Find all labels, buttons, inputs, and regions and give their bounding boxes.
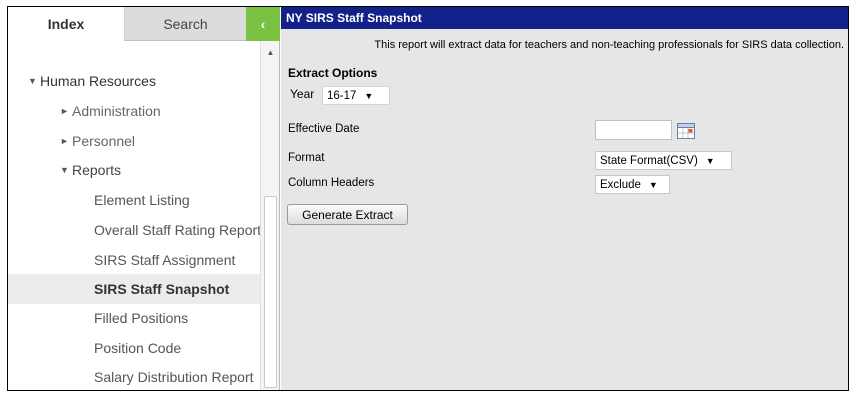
report-title: NY SIRS Staff Snapshot <box>281 7 848 29</box>
tree-item-filled-positions[interactable]: Filled Positions <box>8 303 260 333</box>
effective-date-input[interactable] <box>595 120 672 140</box>
tree-item-label: Position Code <box>94 340 182 356</box>
year-label: Year <box>290 87 315 101</box>
tree-item-label: Administration <box>72 103 161 119</box>
tab-index[interactable]: Index <box>8 7 125 41</box>
left-nav-pane: Index Search ‹ ▼ Human Resources ► Admin… <box>8 7 280 390</box>
chevron-left-icon: ‹ <box>260 16 266 32</box>
calendar-icon[interactable] <box>677 123 695 139</box>
extract-options-heading: Extract Options <box>288 66 378 80</box>
caret-down-icon: ▼ <box>705 155 715 166</box>
tree-item-label: Reports <box>72 162 122 178</box>
format-value: State Format(CSV) <box>600 154 698 167</box>
scroll-up-arrow-icon[interactable]: ▲ <box>261 47 280 59</box>
year-select[interactable]: 16-17 ▼ <box>322 86 390 105</box>
tree-item-label: Personnel <box>72 133 136 149</box>
generate-extract-button[interactable]: Generate Extract <box>287 204 408 225</box>
column-headers-label: Column Headers <box>288 177 375 189</box>
column-headers-value: Exclude <box>600 178 641 191</box>
nav-scrollbar[interactable]: ▲ <box>260 41 279 390</box>
collapse-nav-button[interactable]: ‹ <box>246 7 280 41</box>
triangle-down-icon: ▼ <box>60 165 69 175</box>
format-select[interactable]: State Format(CSV) ▼ <box>595 151 732 170</box>
tree-item-label: Overall Staff Rating Report <box>94 222 260 238</box>
year-value: 16-17 <box>327 89 357 102</box>
tree-item-label: Human Resources <box>40 73 156 89</box>
caret-down-icon: ▼ <box>648 179 658 190</box>
tree-item-label: SIRS Staff Assignment <box>94 252 236 268</box>
tree-item-label: Element Listing <box>94 192 190 208</box>
triangle-right-icon: ► <box>60 136 69 146</box>
scrollbar-thumb[interactable] <box>264 196 277 388</box>
tree-item-human-resources[interactable]: ▼ Human Resources <box>8 66 260 96</box>
tree-item-label: SIRS Staff Snapshot <box>94 281 230 297</box>
tab-search[interactable]: Search <box>125 7 246 41</box>
tree-item-element-listing[interactable]: Element Listing <box>8 185 260 215</box>
tree-item-reports[interactable]: ▼ Reports <box>8 155 260 185</box>
report-panel: NY SIRS Staff Snapshot This report will … <box>281 7 848 390</box>
column-headers-select[interactable]: Exclude ▼ <box>595 175 670 194</box>
tree-item-salary-distribution-report[interactable]: Salary Distribution Report <box>8 362 260 390</box>
tree-item-position-code[interactable]: Position Code <box>8 333 260 363</box>
tree-item-label: Salary Distribution Report <box>94 369 254 385</box>
tree-item-personnel[interactable]: ► Personnel <box>8 126 260 156</box>
tree-item-administration[interactable]: ► Administration <box>8 96 260 126</box>
tree-item-sirs-staff-assignment[interactable]: SIRS Staff Assignment <box>8 245 260 275</box>
effective-date-label: Effective Date <box>288 123 360 135</box>
triangle-down-icon: ▼ <box>28 76 37 86</box>
format-label: Format <box>288 152 325 164</box>
triangle-right-icon: ► <box>60 106 69 116</box>
app-frame: Index Search ‹ ▼ Human Resources ► Admin… <box>7 6 849 391</box>
tree-item-label: Filled Positions <box>94 310 189 326</box>
report-description: This report will extract data for teache… <box>374 39 844 51</box>
nav-tree: ▼ Human Resources ► Administration ► Per… <box>8 41 260 390</box>
caret-down-icon: ▼ <box>364 90 374 101</box>
tree-item-sirs-staff-snapshot[interactable]: SIRS Staff Snapshot <box>8 274 260 304</box>
nav-tabs: Index Search ‹ <box>8 7 280 41</box>
tree-item-overall-staff-rating-report[interactable]: Overall Staff Rating Report <box>8 215 260 245</box>
